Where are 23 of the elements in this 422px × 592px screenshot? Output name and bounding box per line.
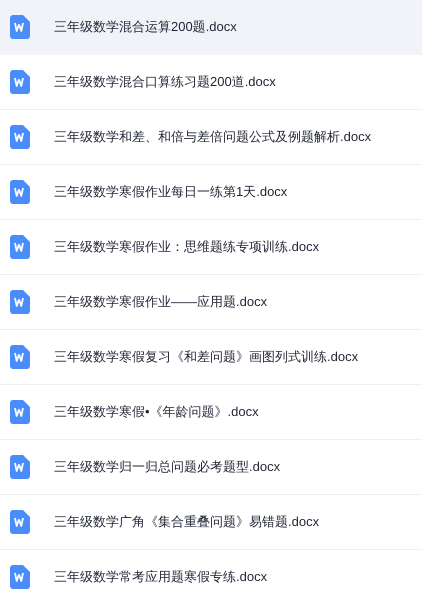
word-document-icon [10, 400, 30, 424]
word-document-icon [10, 455, 30, 479]
file-name: 三年级数学寒假•《年龄问题》.docx [54, 403, 259, 422]
file-name: 三年级数学寒假复习《和差问题》画图列式训练.docx [54, 348, 358, 366]
word-document-icon [10, 15, 30, 39]
file-name: 三年级数学寒假作业：思维题练专项训练.docx [54, 238, 320, 256]
word-document-icon [10, 180, 30, 204]
file-name: 三年级数学广角《集合重叠问题》易错题.docx [54, 513, 320, 532]
word-document-icon [10, 565, 30, 589]
file-name: 三年级数学混合运算200题.docx [54, 18, 237, 36]
file-name: 三年级数学常考应用题寒假专练.docx [54, 568, 268, 586]
file-name: 三年级数学寒假作业每日一练第1天.docx [54, 183, 288, 202]
word-document-icon [10, 290, 30, 314]
file-name: 三年级数学寒假作业——应用题.docx [54, 293, 268, 312]
word-document-icon [10, 510, 30, 534]
word-document-icon [10, 235, 30, 259]
file-name: 三年级数学混合口算练习题200道.docx [54, 73, 276, 92]
file-name: 三年级数学和差、和倍与差倍问题公式及例题解析.docx [54, 128, 372, 146]
word-document-icon [10, 125, 30, 149]
file-name: 三年级数学归一归总问题必考题型.docx [54, 458, 280, 476]
word-document-icon [10, 345, 30, 369]
file-row[interactable]: 三年级数学混合运算200题.docx [0, 0, 422, 55]
word-document-icon [10, 70, 30, 94]
